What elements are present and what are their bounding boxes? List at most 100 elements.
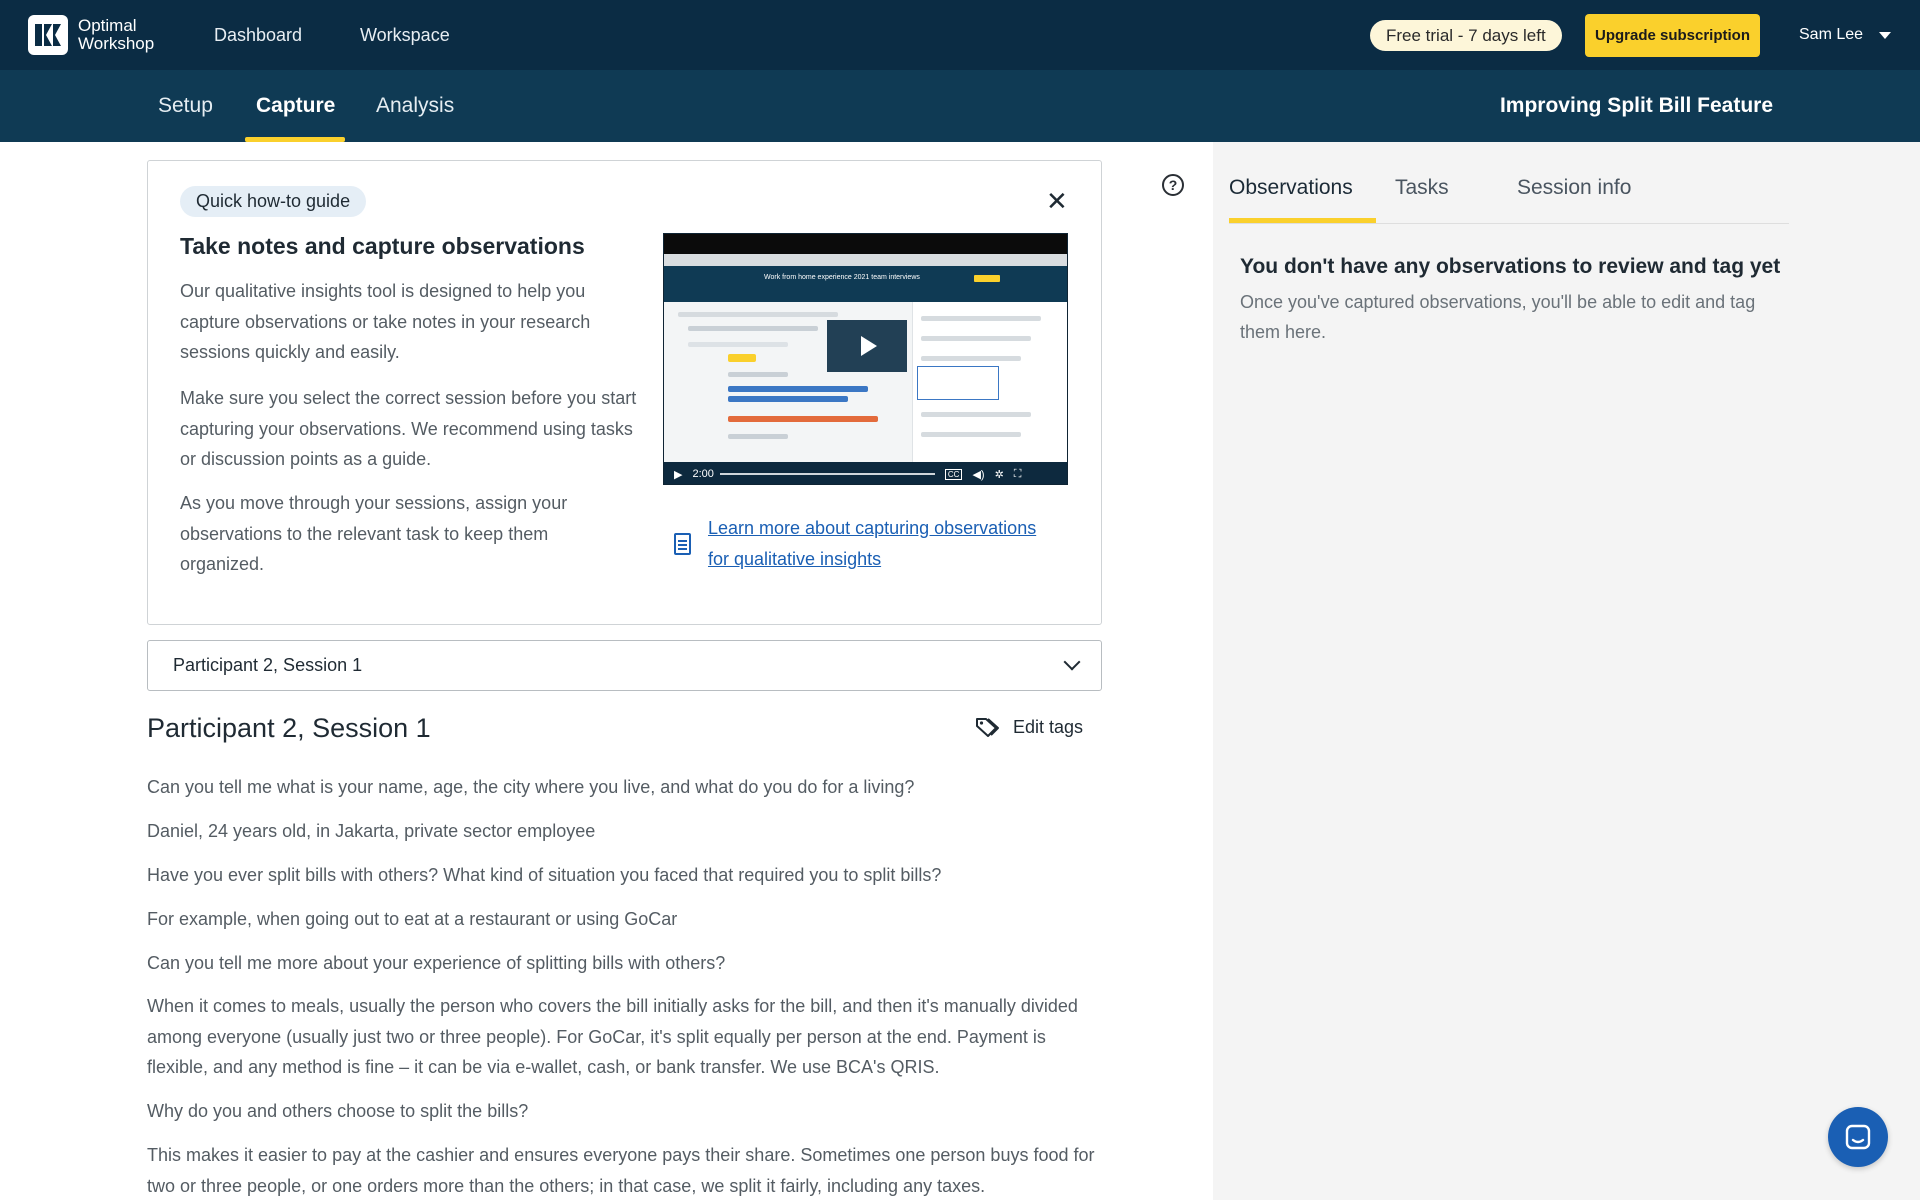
guide-paragraph-3: As you move through your sessions, assig… xyxy=(180,488,567,580)
session-heading: Participant 2, Session 1 xyxy=(147,713,431,743)
guide-line: sessions quickly and easily. xyxy=(180,342,400,362)
empty-state-description: Once you've captured observations, you'l… xyxy=(1240,287,1780,347)
guide-line: Make sure you select the correct session… xyxy=(180,388,637,408)
transcript-paragraph: When it comes to meals, usually the pers… xyxy=(147,991,1097,1083)
video-line xyxy=(921,356,1021,361)
play-icon[interactable] xyxy=(827,320,907,372)
video-line xyxy=(921,412,1031,417)
learn-more-line: for qualitative insights xyxy=(708,548,882,569)
video-line xyxy=(678,312,838,317)
video-header-title: Work from home experience 2021 team inte… xyxy=(764,274,920,281)
document-icon xyxy=(674,533,691,555)
video-sidebar xyxy=(912,302,1067,462)
video-header: Work from home experience 2021 team inte… xyxy=(664,266,1067,302)
video-selected-card xyxy=(917,366,999,400)
logo-line-1: Optimal xyxy=(78,16,137,35)
empty-state-title: You don't have any observations to revie… xyxy=(1240,255,1781,278)
transcript-text: Why do you and others choose to split th… xyxy=(147,1101,529,1121)
chevron-down-icon xyxy=(1063,653,1081,671)
fullscreen-icon[interactable]: ⛶ xyxy=(1014,468,1022,481)
active-tab-indicator xyxy=(1229,218,1376,223)
logo-icon xyxy=(28,15,68,55)
observations-tabs: Observations Tasks Session info xyxy=(1229,142,1789,224)
transcript-line: Have you ever split bills with others? W… xyxy=(147,860,1097,891)
captions-icon[interactable]: CC xyxy=(944,468,963,480)
video-time: 2:00 xyxy=(692,468,714,480)
document-icon-line xyxy=(678,540,687,542)
tab-analysis[interactable]: Analysis xyxy=(376,70,454,142)
tab-observations[interactable]: Observations xyxy=(1229,176,1353,200)
guide-line: capture observations or take notes in yo… xyxy=(180,311,591,332)
logo-line-2: Workshop xyxy=(78,34,155,53)
tutorial-video[interactable]: Work from home experience 2021 team inte… xyxy=(663,233,1068,485)
guide-paragraph-2: Make sure you select the correct session… xyxy=(180,383,636,475)
control-play-icon[interactable]: ▶ xyxy=(674,468,682,481)
session-select-value: Participant 2, Session 1 xyxy=(173,655,363,675)
transcript-text: flexible, and any method is fine – it ca… xyxy=(147,1057,940,1077)
nav-dashboard[interactable]: Dashboard xyxy=(214,0,302,70)
video-line xyxy=(688,326,818,331)
user-menu[interactable]: Sam Lee xyxy=(1799,0,1892,70)
transcript-text: among everyone (usually just two or thre… xyxy=(147,1026,1046,1047)
transcript-paragraph: This makes it easier to pay at the cashi… xyxy=(147,1140,1097,1200)
session-select[interactable]: Participant 2, Session 1 xyxy=(147,640,1102,691)
transcript-text: Can you tell me more about your experien… xyxy=(147,953,726,973)
study-tabs-bar: Setup Capture Analysis Improving Split B… xyxy=(0,70,1920,142)
tag-icon xyxy=(976,718,999,737)
empty-state-line: them here. xyxy=(1240,322,1327,342)
video-tag xyxy=(728,354,756,362)
study-title: Improving Split Bill Feature xyxy=(1499,94,1773,117)
guide-line: As you move through your sessions, assig… xyxy=(180,493,568,513)
video-browser-bar xyxy=(664,254,1067,266)
nav-workspace[interactable]: Workspace xyxy=(360,0,450,70)
observations-panel: Observations Tasks Session info You don'… xyxy=(1213,142,1920,1200)
video-tags-row xyxy=(728,416,878,422)
document-icon-line xyxy=(678,548,687,550)
tab-capture[interactable]: Capture xyxy=(256,70,335,142)
guide-line: organized. xyxy=(180,554,265,574)
chat-icon-glyph xyxy=(1845,1124,1871,1150)
top-nav-bar: Optimal Workshop Dashboard Workspace Fre… xyxy=(0,0,1920,70)
settings-icon[interactable]: ✲ xyxy=(995,468,1004,481)
guide-line: capturing your observations. We recommen… xyxy=(180,418,633,439)
user-name: Sam Lee xyxy=(1799,26,1864,43)
caret-down-icon xyxy=(1879,31,1892,39)
close-icon[interactable]: ✕ xyxy=(1046,188,1068,214)
logo[interactable]: Optimal Workshop xyxy=(28,15,154,55)
guide-line: observations to the relevant task to kee… xyxy=(180,523,549,544)
upgrade-subscription-button[interactable]: Upgrade subscription xyxy=(1585,14,1760,57)
empty-state-line: Once you've captured observations, you'l… xyxy=(1240,292,1756,312)
tab-session-info[interactable]: Session info xyxy=(1517,176,1631,200)
active-tab-indicator xyxy=(245,137,345,142)
edit-tags-button[interactable]: Edit tags xyxy=(975,716,1083,738)
transcript-line: Why do you and others choose to split th… xyxy=(147,1096,1097,1127)
guide-line: or discussion points as a guide. xyxy=(180,449,432,469)
edit-tags-label: Edit tags xyxy=(1013,716,1084,737)
logo-text: Optimal Workshop xyxy=(78,17,154,53)
volume-icon[interactable]: ◀) xyxy=(972,468,984,481)
video-tags-row xyxy=(728,386,868,392)
tab-tasks[interactable]: Tasks xyxy=(1395,176,1449,200)
learn-more-line: Learn more about capturing observations xyxy=(708,518,1037,538)
video-line xyxy=(688,342,788,347)
video-line xyxy=(921,432,1021,437)
document-icon-line xyxy=(678,544,687,546)
video-letterbox xyxy=(664,234,1067,254)
learn-more-link[interactable]: Learn more about capturing observations … xyxy=(708,513,1048,574)
transcript-line: Can you tell me what is your name, age, … xyxy=(147,772,1097,803)
video-line xyxy=(921,336,1031,341)
guide-line: Our qualitative insights tool is designe… xyxy=(180,281,586,301)
guide-paragraph-1: Our qualitative insights tool is designe… xyxy=(180,276,590,368)
video-line xyxy=(728,372,788,377)
trial-badge[interactable]: Free trial - 7 days left xyxy=(1370,20,1562,51)
video-line xyxy=(921,316,1041,321)
video-controls: ▶ 2:00 CC ◀) ✲ ⛶ xyxy=(664,462,1067,484)
chat-icon[interactable] xyxy=(1828,1107,1888,1167)
tab-setup[interactable]: Setup xyxy=(158,70,213,142)
transcript-text: Daniel, 24 years old, in Jakarta, privat… xyxy=(147,821,596,841)
transcript-text: For example, when going out to eat at a … xyxy=(147,909,678,929)
video-progress-track[interactable] xyxy=(719,473,935,475)
help-icon[interactable]: ? xyxy=(1162,174,1184,196)
video-header-badge xyxy=(974,275,1000,282)
transcript-line: For example, when going out to eat at a … xyxy=(147,904,1097,935)
